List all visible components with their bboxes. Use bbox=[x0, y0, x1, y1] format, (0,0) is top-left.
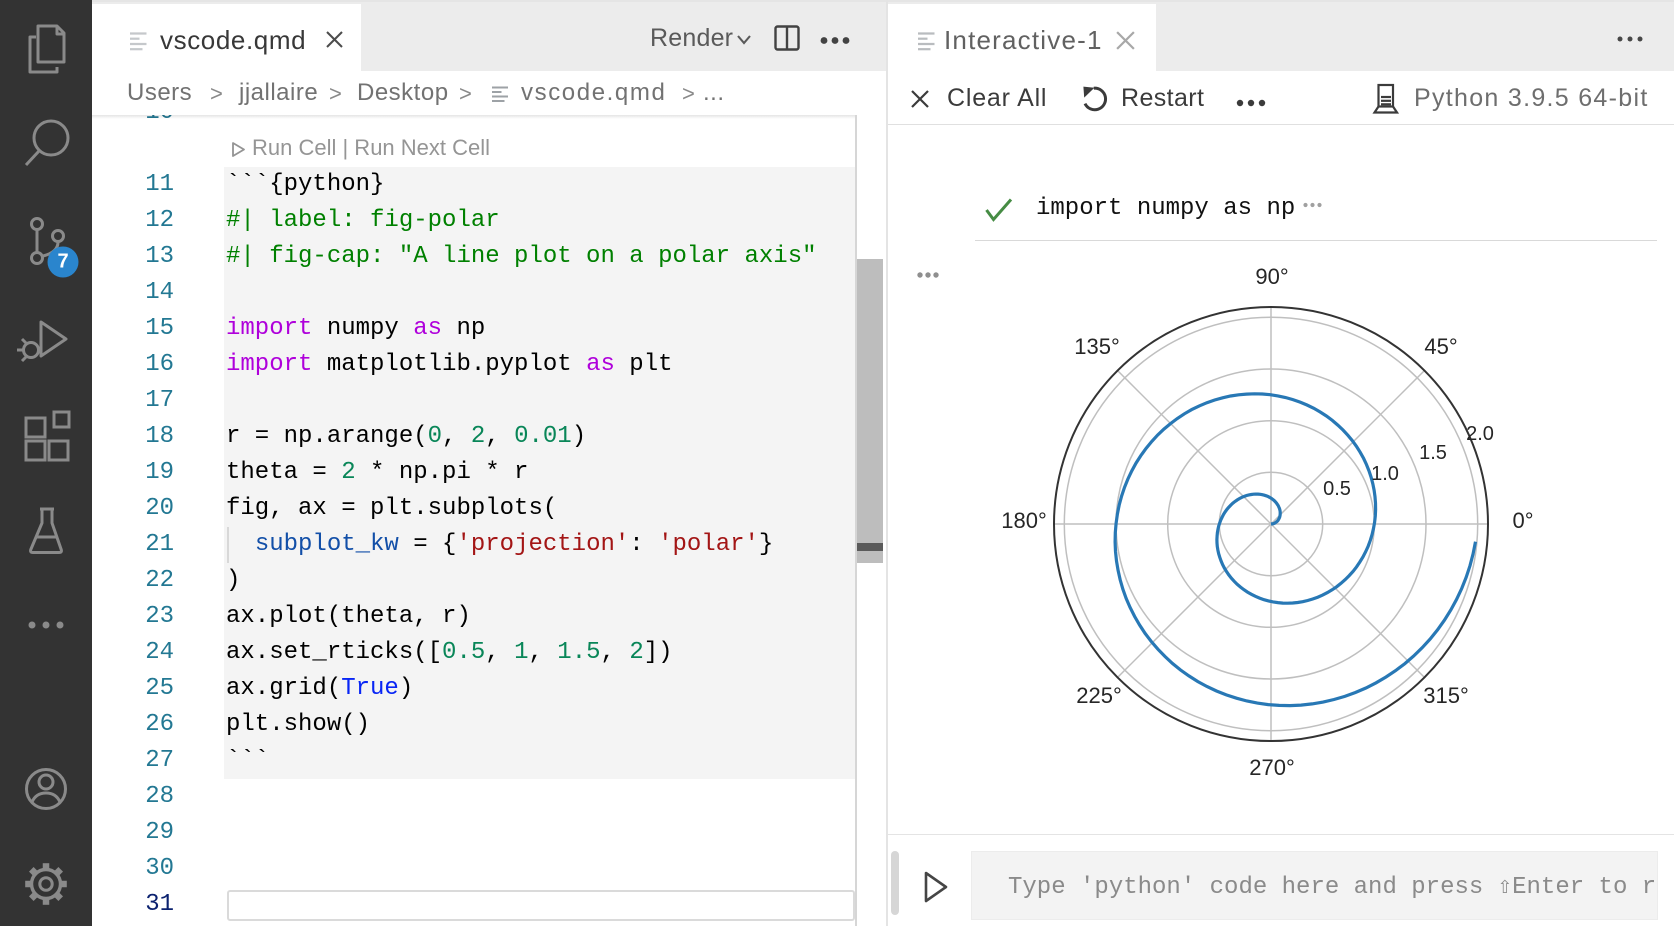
svg-text:1.5: 1.5 bbox=[1419, 442, 1447, 464]
svg-text:1.0: 1.0 bbox=[1371, 463, 1399, 485]
svg-text:45°: 45° bbox=[1424, 334, 1457, 359]
svg-text:135°: 135° bbox=[1074, 334, 1120, 359]
svg-text:180°: 180° bbox=[1001, 508, 1047, 533]
svg-text:270°: 270° bbox=[1249, 755, 1295, 780]
svg-text:315°: 315° bbox=[1423, 683, 1469, 708]
svg-text:90°: 90° bbox=[1255, 264, 1288, 289]
svg-text:2.0: 2.0 bbox=[1466, 423, 1494, 445]
svg-text:0.5: 0.5 bbox=[1323, 478, 1351, 500]
svg-text:225°: 225° bbox=[1076, 683, 1122, 708]
svg-text:0°: 0° bbox=[1512, 508, 1533, 533]
